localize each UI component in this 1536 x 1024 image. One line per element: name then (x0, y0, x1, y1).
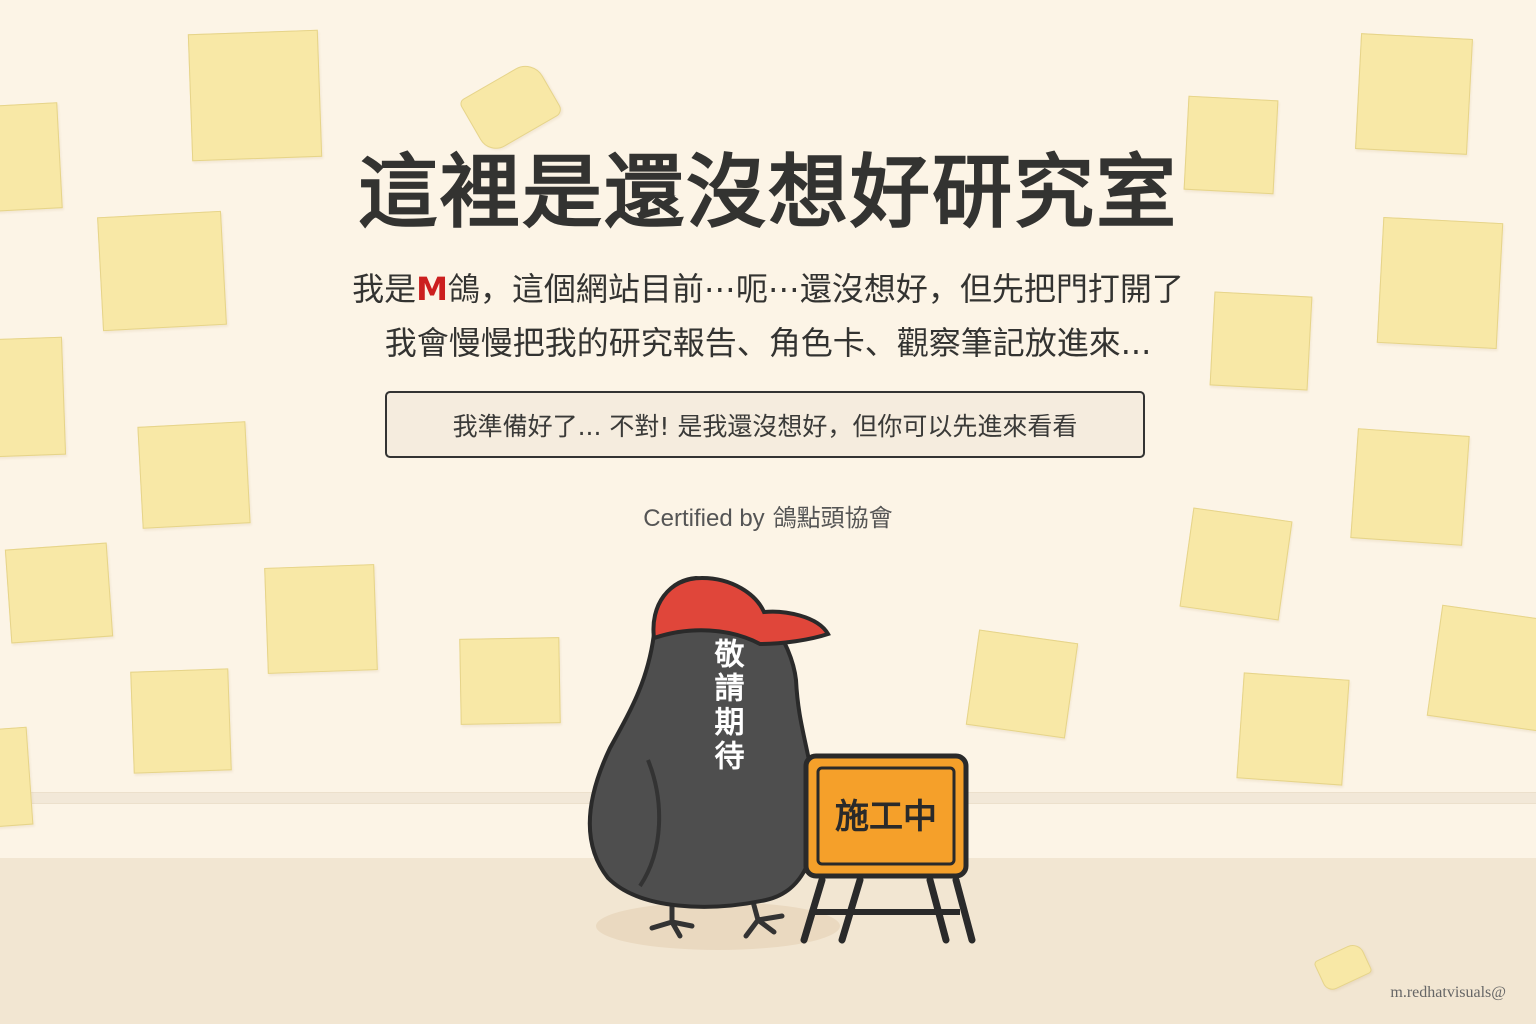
certification: Certified by 鴿點頭協會 (0, 498, 1536, 533)
sticky-note (459, 637, 561, 725)
sticky-note (264, 564, 378, 674)
sticky-note (130, 668, 232, 774)
enter-button-label: 我準備好了... 不對! 是我還沒想好，但你可以先進來看看 (452, 411, 1078, 441)
certification-org: 鴿點頭協會 (772, 504, 893, 532)
sticky-note (1426, 604, 1536, 732)
construction-sign: 施工中 (800, 753, 976, 944)
page-title: 這裡是還沒想好研究室 (358, 146, 1178, 239)
pigeon-label: 敬請期待 (709, 638, 746, 774)
intro-line-1: 我是M鴿，這個網站目前⋯呃⋯還沒想好，但先把門打開了 (0, 264, 1536, 310)
watermark: m.redhatvisuals@ (1390, 984, 1506, 1001)
pigeon-illustration: 敬請期待 施工中 (587, 575, 976, 950)
sticky-note (4, 542, 114, 644)
intro-prefix: 我是 (352, 270, 417, 308)
sticky-note (0, 726, 34, 828)
sticky-note (1236, 672, 1350, 786)
intro-suffix: 鴿，這個網站目前⋯呃⋯還沒想好，但先把門打開了 (447, 270, 1184, 308)
certification-prefix: Certified by (643, 505, 765, 532)
intro-line-2: 我會慢慢把我的研究報告、角色卡、觀察筆記放進來... (384, 324, 1152, 362)
sign-label: 施工中 (835, 797, 937, 837)
enter-button[interactable]: 我準備好了... 不對! 是我還沒想好，但你可以先進來看看 (385, 391, 1145, 458)
intro-m-letter: M (416, 270, 448, 308)
